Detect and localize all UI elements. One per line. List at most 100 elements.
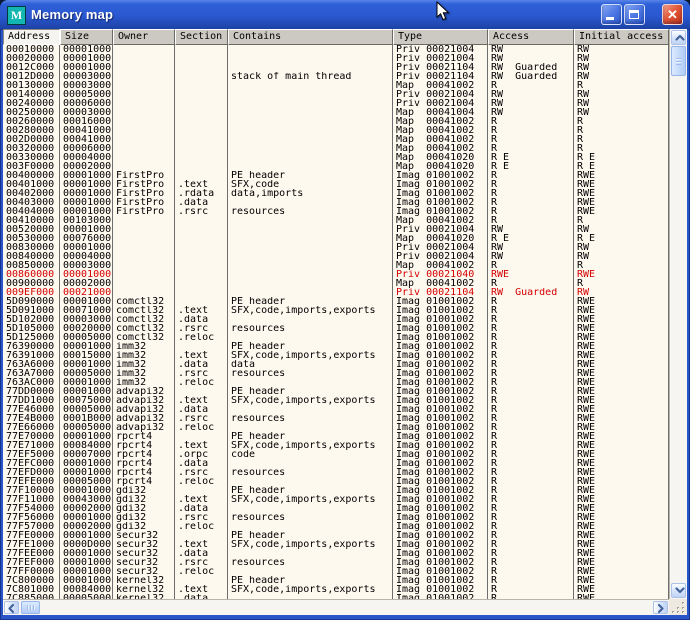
memory-row-00140000[interactable]: 0014000000005000Priv 00021004RWRW bbox=[3, 90, 669, 99]
cell-type: Imag 01001002 bbox=[393, 540, 488, 549]
cell-contains bbox=[228, 270, 393, 279]
memory-row-5D125000[interactable]: 5D12500000005000comctl32.relocImag 01001… bbox=[3, 333, 669, 342]
memory-row-763A7000[interactable]: 763A700000005000imm32.rsrcresourcesImag … bbox=[3, 369, 669, 378]
column-header-section[interactable]: Section bbox=[175, 29, 228, 45]
memory-row-77F56000[interactable]: 77F5600000001000gdi32.rsrcresourcesImag … bbox=[3, 513, 669, 522]
memory-row-00280000[interactable]: 0028000000041000Map 00041002RR bbox=[3, 126, 669, 135]
cell-type: Imag 01001002 bbox=[393, 378, 488, 387]
column-header-initial-access[interactable]: Initial access bbox=[574, 29, 669, 45]
cell-access: R bbox=[488, 513, 574, 522]
maximize-button[interactable] bbox=[624, 4, 645, 25]
memory-row-7C800000[interactable]: 7C80000000001000kernel32PE headerImag 01… bbox=[3, 576, 669, 585]
scroll-up-button[interactable] bbox=[671, 30, 686, 45]
memory-row-003F0000[interactable]: 003F000000002000Map 00041020R ER E bbox=[3, 162, 669, 171]
scroll-down-button[interactable] bbox=[671, 583, 686, 598]
cell-section: .reloc bbox=[175, 423, 228, 432]
memory-row-77FF0000[interactable]: 77FF000000001000secur32.relocImag 010010… bbox=[3, 567, 669, 576]
memory-row-76390000[interactable]: 7639000000001000imm32PE headerImag 01001… bbox=[3, 342, 669, 351]
memory-row-00401000[interactable]: 0040100000001000FirstPro.textSFX,codeIma… bbox=[3, 180, 669, 189]
memory-row-763A6000[interactable]: 763A600000001000imm32.datadataImag 01001… bbox=[3, 360, 669, 369]
memory-row-77E46000[interactable]: 77E4600000005000advapi32.dataImag 010010… bbox=[3, 405, 669, 414]
title-bar[interactable]: M Memory map ✕ bbox=[0, 0, 690, 30]
cell-initial-access: RWE bbox=[574, 423, 669, 432]
memory-row-00330000[interactable]: 0033000000004000Map 00041020R ER E bbox=[3, 153, 669, 162]
memory-row-00850000[interactable]: 0085000000003000Map 00041002RR bbox=[3, 261, 669, 270]
memory-row-77E66000[interactable]: 77E6600000005000advapi32.relocImag 01001… bbox=[3, 423, 669, 432]
memory-row-00260000[interactable]: 0026000000016000Map 00041002RR bbox=[3, 117, 669, 126]
column-header-type[interactable]: Type bbox=[393, 29, 488, 45]
memory-row-77FE0000[interactable]: 77FE000000001000secur32PE headerImag 010… bbox=[3, 531, 669, 540]
memory-row-77E70000[interactable]: 77E7000000001000rpcrt4PE headerImag 0100… bbox=[3, 432, 669, 441]
memory-row-00404000[interactable]: 0040400000001000FirstPro.rsrcresourcesIm… bbox=[3, 207, 669, 216]
memory-table-body[interactable]: 0001000000001000Priv 00021004RWRW0002000… bbox=[3, 45, 669, 599]
cell-access: R bbox=[488, 117, 574, 126]
memory-row-77F57000[interactable]: 77F5700000002000gdi32.relocImag 01001002… bbox=[3, 522, 669, 531]
memory-row-009EF000[interactable]: 009EF00000021000Priv 00021104RW GuardedR… bbox=[3, 288, 669, 297]
memory-row-77F54000[interactable]: 77F5400000002000gdi32.dataImag 01001002R… bbox=[3, 504, 669, 513]
memory-row-00240000[interactable]: 0024000000006000Priv 00021004RWRW bbox=[3, 99, 669, 108]
column-header-address[interactable]: Address bbox=[3, 29, 60, 45]
minimize-button[interactable] bbox=[601, 4, 622, 25]
cell-initial-access: RWE bbox=[574, 441, 669, 450]
memory-row-00830000[interactable]: 0083000000001000Priv 00021004RWRW bbox=[3, 243, 669, 252]
resize-grip[interactable] bbox=[669, 599, 687, 615]
memory-row-77EFE000[interactable]: 77EFE00000005000rpcrt4.relocImag 0100100… bbox=[3, 477, 669, 486]
column-header-owner[interactable]: Owner bbox=[113, 29, 175, 45]
memory-row-77E4B000[interactable]: 77E4B0000001B000advapi32.rsrcresourcesIm… bbox=[3, 414, 669, 423]
memory-row-00410000[interactable]: 0041000000103000Map 00041002RR bbox=[3, 216, 669, 225]
memory-row-00403000[interactable]: 0040300000001000FirstPro.dataImag 010010… bbox=[3, 198, 669, 207]
column-header-size[interactable]: Size bbox=[60, 29, 113, 45]
cell-contains: PE header bbox=[228, 576, 393, 585]
column-header-contains[interactable]: Contains bbox=[228, 29, 393, 45]
memory-row-5D091000[interactable]: 5D09100000071000comctl32.textSFX,code,im… bbox=[3, 306, 669, 315]
memory-row-002D0000[interactable]: 002D000000041000Map 00041002RR bbox=[3, 135, 669, 144]
vertical-scrollbar[interactable] bbox=[669, 29, 687, 599]
memory-row-77F10000[interactable]: 77F1000000001000gdi32PE headerImag 01001… bbox=[3, 486, 669, 495]
memory-row-77FEF000[interactable]: 77FEF00000001000secur32.rsrcresourcesIma… bbox=[3, 558, 669, 567]
close-button[interactable]: ✕ bbox=[662, 4, 683, 25]
vertical-scroll-thumb[interactable] bbox=[671, 46, 686, 76]
memory-row-00320000[interactable]: 0032000000006000Map 00041002RR bbox=[3, 144, 669, 153]
horizontal-scrollbar[interactable] bbox=[3, 599, 669, 615]
memory-row-5D102000[interactable]: 5D10200000003000comctl32.dataImag 010010… bbox=[3, 315, 669, 324]
memory-row-77DD0000[interactable]: 77DD000000001000advapi32PE headerImag 01… bbox=[3, 387, 669, 396]
memory-row-77FE1000[interactable]: 77FE10000000D000secur32.textSFX,code,imp… bbox=[3, 540, 669, 549]
memory-row-5D090000[interactable]: 5D09000000001000comctl32PE headerImag 01… bbox=[3, 297, 669, 306]
memory-row-0012C000[interactable]: 0012C00000001000Priv 00021104RW GuardedR… bbox=[3, 63, 669, 72]
cell-address: 5D091000 bbox=[3, 306, 60, 315]
memory-row-00400000[interactable]: 0040000000001000FirstProPE headerImag 01… bbox=[3, 171, 669, 180]
memory-row-00020000[interactable]: 0002000000001000Priv 00021004RWRW bbox=[3, 54, 669, 63]
memory-row-77EF5000[interactable]: 77EF500000007000rpcrt4.orpccodeImag 0100… bbox=[3, 450, 669, 459]
horizontal-scroll-thumb[interactable] bbox=[21, 601, 40, 614]
memory-row-77DD1000[interactable]: 77DD100000075000advapi32.textSFX,code,im… bbox=[3, 396, 669, 405]
memory-row-00900000[interactable]: 0090000000002000Map 00041002RR bbox=[3, 279, 669, 288]
memory-row-00860000[interactable]: 0086000000001000Priv 00021040RWERWE bbox=[3, 270, 669, 279]
memory-row-77FEE000[interactable]: 77FEE00000001000secur32.dataImag 0100100… bbox=[3, 549, 669, 558]
memory-row-77F11000[interactable]: 77F1100000043000gdi32.textSFX,code,impor… bbox=[3, 495, 669, 504]
cell-type: Map 00041002 bbox=[393, 216, 488, 225]
memory-row-00250000[interactable]: 0025000000003000Map 00041004RWRW bbox=[3, 108, 669, 117]
memory-row-00010000[interactable]: 0001000000001000Priv 00021004RWRW bbox=[3, 45, 669, 54]
memory-row-00840000[interactable]: 0084000000004000Priv 00021004RWRW bbox=[3, 252, 669, 261]
memory-row-77E71000[interactable]: 77E7100000084000rpcrt4.textSFX,code,impo… bbox=[3, 441, 669, 450]
memory-row-76391000[interactable]: 7639100000015000imm32.textSFX,code,impor… bbox=[3, 351, 669, 360]
memory-row-77EFC000[interactable]: 77EFC00000001000rpcrt4.dataImag 01001002… bbox=[3, 459, 669, 468]
memory-row-5D105000[interactable]: 5D10500000020000comctl32.rsrcresourcesIm… bbox=[3, 324, 669, 333]
cell-contains: PE header bbox=[228, 531, 393, 540]
memory-row-0012D000[interactable]: 0012D00000003000stack of main threadPriv… bbox=[3, 72, 669, 81]
scroll-right-button[interactable] bbox=[653, 601, 668, 614]
column-header-access[interactable]: Access bbox=[488, 29, 574, 45]
cell-address: 77FF0000 bbox=[3, 567, 60, 576]
memory-row-763AC000[interactable]: 763AC00000001000imm32.relocImag 01001002… bbox=[3, 378, 669, 387]
memory-row-00402000[interactable]: 0040200000001000FirstPro.rdatadata,impor… bbox=[3, 189, 669, 198]
cell-section: .reloc bbox=[175, 522, 228, 531]
memory-row-00520000[interactable]: 0052000000001000Priv 00021004RWRW bbox=[3, 225, 669, 234]
memory-row-7C801000[interactable]: 7C80100000084000kernel32.textSFX,code,im… bbox=[3, 585, 669, 594]
memory-row-77EFD000[interactable]: 77EFD00000001000rpcrt4.rsrcresourcesImag… bbox=[3, 468, 669, 477]
cell-size: 00041000 bbox=[60, 135, 113, 144]
memory-row-00530000[interactable]: 0053000000076000Map 00041020R ER E bbox=[3, 234, 669, 243]
memory-row-00130000[interactable]: 0013000000003000Map 00041002RR bbox=[3, 81, 669, 90]
cell-size: 00001000 bbox=[60, 468, 113, 477]
cell-access: R bbox=[488, 459, 574, 468]
scroll-left-button[interactable] bbox=[4, 601, 19, 614]
